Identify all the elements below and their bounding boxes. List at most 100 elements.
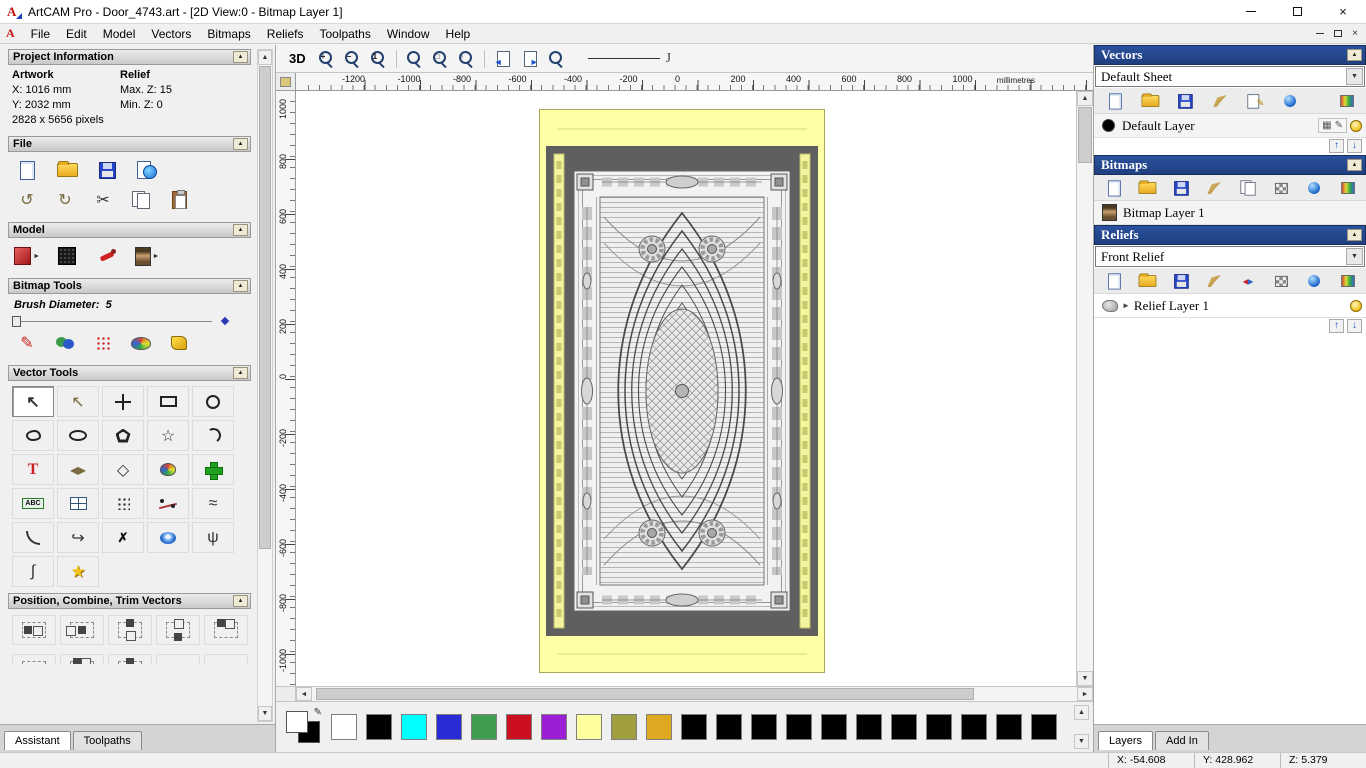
menu-vectors[interactable]: Vectors [143,27,199,41]
zoom-window-icon[interactable] [406,50,423,67]
layer-visibility-icon[interactable] [1350,119,1362,132]
measure-tool-icon[interactable]: ✗ [102,522,144,553]
save-model-icon[interactable] [94,158,120,182]
slider-handle[interactable] [12,316,21,327]
colour-swatch[interactable] [506,714,532,740]
menu-help[interactable]: Help [438,27,479,41]
paste-along-curve-icon[interactable] [147,454,189,485]
save-vector-layer-icon[interactable] [1174,90,1196,110]
feather-icon[interactable] [1204,270,1225,290]
scatter-icon[interactable]: ⁘ [156,654,200,664]
trim-vectors-icon[interactable] [108,654,152,664]
flood-fill-icon[interactable] [166,331,192,355]
paste-icon[interactable] [166,188,192,212]
align-left-icon[interactable] [12,615,56,645]
drawing-canvas[interactable] [296,91,1076,686]
open-model-icon[interactable] [54,158,80,182]
fillet-tool-icon[interactable] [12,522,54,553]
slider-track[interactable] [16,321,212,322]
copy-bitmap-layer-icon[interactable] [1237,177,1258,197]
ruler-origin-icon[interactable] [276,73,296,90]
layer-name[interactable]: Relief Layer 1 [1134,298,1350,314]
align-bottom-icon[interactable] [156,615,200,645]
sphere-icon[interactable] [1304,270,1325,290]
save-bitmap-layer-icon[interactable] [1171,177,1192,197]
colour-swatch[interactable] [856,714,882,740]
open-vector-layer-icon[interactable] [1139,90,1161,110]
zoom-object-icon[interactable]: ◦ [458,50,475,67]
colour-swatch[interactable] [576,714,602,740]
colour-swatch[interactable] [926,714,952,740]
face-wizard-icon[interactable]: ► [134,244,160,268]
polygon-tool-icon[interactable] [102,420,144,451]
subtract-vectors-icon[interactable] [60,654,104,664]
vector-wizard-icon[interactable]: ★ [57,556,99,587]
fit-curve-tool-icon[interactable] [147,488,189,519]
colour-swatch[interactable] [611,714,637,740]
layer-colour-swatch[interactable] [1102,119,1115,132]
colour-swatch[interactable] [716,714,742,740]
colour-swatch[interactable] [891,714,917,740]
scroll-right-button[interactable]: ► [1077,687,1093,701]
scroll-up-button[interactable]: ▲ [258,50,272,65]
scrollbar-thumb[interactable] [1078,107,1092,163]
weld-vectors-icon[interactable] [12,654,56,664]
zoom-fit-icon[interactable]: □ [432,50,449,67]
move-layer-up-button[interactable]: ↑ [1329,139,1344,153]
primary-colour[interactable] [286,711,308,733]
collapse-button[interactable]: ▲ [233,138,248,150]
bitmap-layer-row[interactable]: Bitmap Layer 1 [1094,201,1366,225]
minimize-button[interactable] [1228,0,1274,23]
collapse-button[interactable]: ▲ [1347,159,1362,171]
scroll-up-button[interactable]: ▲ [1077,91,1093,106]
colour-swatch[interactable] [541,714,567,740]
mdi-close-button[interactable]: × [1352,28,1358,39]
collapse-button[interactable]: ▲ [233,280,248,292]
colour-swatch[interactable] [681,714,707,740]
align-right-icon[interactable] [60,615,104,645]
previous-view-icon[interactable]: ◄ [494,50,512,67]
spray-icon[interactable] [90,331,116,355]
next-view-icon[interactable]: ► [521,50,539,67]
relief-select[interactable]: Front Relief ▼ [1095,246,1365,267]
document-icon[interactable]: A [6,26,15,41]
freehand-tool-icon[interactable] [12,420,54,451]
open-relief-layer-icon[interactable] [1137,270,1158,290]
zoom-previous-icon[interactable] [548,50,565,67]
relief-layer-row[interactable]: ► Relief Layer 1 [1094,294,1366,318]
primary-secondary-swatch[interactable]: ✎ [286,707,322,743]
select-tool-icon[interactable]: ↖ [12,386,54,417]
block-paste-icon[interactable] [192,454,234,485]
new-relief-layer-icon[interactable] [1104,270,1125,290]
merge-bitmap-layers-icon[interactable] [1337,177,1358,197]
align-center-icon[interactable] [204,615,248,645]
mdi-restore-button[interactable] [1334,30,1343,37]
layer-name[interactable]: Bitmap Layer 1 [1123,205,1362,221]
colour-swatch[interactable] [646,714,672,740]
colour-swatch[interactable] [1031,714,1057,740]
save-relief-layer-icon[interactable] [1171,270,1192,290]
tab-toolpaths[interactable]: Toolpaths [72,731,142,750]
star-tool-icon[interactable]: ☆ [147,420,189,451]
sphere-icon[interactable] [1304,177,1325,197]
node-edit-tool-icon[interactable]: ↖ [57,386,99,417]
colour-swatch[interactable] [366,714,392,740]
mirror-tool-icon[interactable]: ◂▸ [57,454,99,485]
grid-tool-icon[interactable] [57,488,99,519]
canvas-horizontal-scrollbar[interactable]: ◄ ► [276,686,1093,701]
checker-relief-icon[interactable] [1271,270,1292,290]
text-tool-icon[interactable]: T [12,454,54,485]
text-block-tool-icon[interactable]: ABC [12,488,54,519]
collapse-button[interactable]: ▲ [233,367,248,379]
new-model-icon[interactable] [14,158,40,182]
tab-add-in[interactable]: Add In [1155,731,1209,750]
move-layer-up-button[interactable]: ↑ [1329,319,1344,333]
extrude-tool-icon[interactable] [147,522,189,553]
palette-scrollbar[interactable]: ▲ ▼ [1074,705,1089,749]
layer-visibility-icon[interactable] [1350,299,1362,312]
align-top-icon[interactable] [108,615,152,645]
scroll-down-button[interactable]: ▼ [258,706,272,721]
chevron-down-icon[interactable]: ▼ [1346,68,1363,85]
colour-swatch[interactable] [786,714,812,740]
move-layer-down-button[interactable]: ↓ [1347,319,1362,333]
